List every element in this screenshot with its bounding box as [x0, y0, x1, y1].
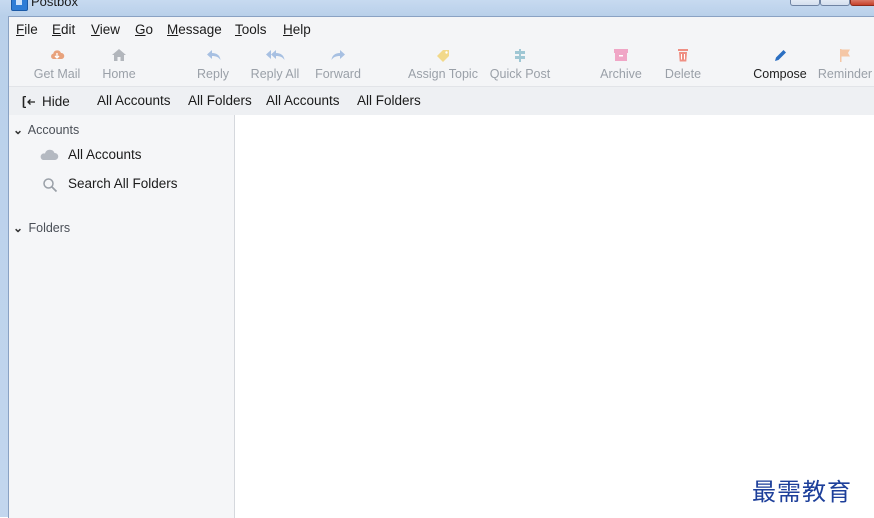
folderbar-all-accounts-2[interactable]: All Accounts [266, 93, 340, 109]
home-button[interactable]: Home [95, 43, 143, 86]
assign-topic-label: Assign Topic [408, 67, 478, 81]
chevron-down-icon: ⌄ [13, 221, 24, 235]
accounts-header-label: Accounts [27, 123, 80, 137]
forward-button[interactable]: Forward [309, 43, 367, 86]
menu-help-accesskey: H [283, 22, 293, 37]
trash-icon [678, 49, 688, 62]
window-frame: Postbox File Edit View Go Message Tools … [0, 0, 874, 518]
get-mail-button[interactable]: Get Mail [27, 43, 87, 86]
home-icon [112, 49, 126, 61]
archive-label: Archive [600, 67, 642, 81]
menu-help[interactable]: Help [283, 22, 311, 38]
forward-label: Forward [315, 67, 361, 81]
menu-tools[interactable]: Tools [235, 22, 267, 38]
menu-tools-accesskey: T [235, 22, 242, 37]
get-mail-label: Get Mail [33, 67, 81, 81]
folder-pane: ⌄ Accounts All Accounts Search All Folde… [9, 115, 235, 518]
assign-topic-button[interactable]: Assign Topic [405, 43, 481, 86]
reminder-button[interactable]: Reminder [815, 43, 874, 86]
title-bar: Postbox [0, 0, 874, 16]
reply-button[interactable]: Reply [191, 43, 235, 86]
menu-file-label: ile [24, 22, 38, 37]
maximize-button[interactable] [820, 0, 850, 6]
delete-label: Delete [664, 67, 702, 81]
watermark-text: 最需教育 [752, 478, 852, 506]
forward-icon [331, 50, 345, 60]
cloud-download-icon [51, 50, 65, 59]
postbox-app-icon [11, 0, 28, 11]
menu-go[interactable]: Go [135, 22, 153, 38]
delete-button[interactable]: Delete [659, 43, 707, 86]
compose-button[interactable]: Compose [751, 43, 809, 86]
menu-help-label: elp [292, 22, 311, 37]
message-pane [235, 115, 874, 518]
reply-all-label: Reply All [250, 67, 300, 81]
menu-message-label: essage [178, 22, 222, 37]
flag-icon [840, 49, 850, 62]
menu-view-accesskey: V [91, 22, 100, 37]
cloud-icon [40, 149, 59, 160]
menu-go-label: o [145, 22, 154, 37]
accounts-section-header[interactable]: ⌄ Accounts [13, 123, 79, 137]
menu-message[interactable]: Message [167, 22, 222, 38]
reply-all-icon [266, 50, 285, 60]
menu-go-accesskey: G [135, 22, 146, 37]
menu-view[interactable]: View [91, 22, 120, 38]
archive-box-icon [614, 49, 628, 61]
quick-post-label: Quick Post [489, 67, 551, 81]
menu-file-accesskey: F [16, 22, 25, 37]
collapse-pane-icon [22, 96, 35, 108]
tag-icon [437, 50, 449, 62]
folderbar-all-folders-2[interactable]: All Folders [357, 93, 421, 109]
archive-button[interactable]: Archive [597, 43, 645, 86]
window-title: Postbox [31, 0, 78, 9]
main-toolbar: Get Mail Home Reply Reply All Forward As… [9, 43, 874, 87]
compose-label: Compose [753, 67, 807, 81]
menu-bar: File Edit View Go Message Tools Help [9, 17, 874, 43]
reply-label: Reply [197, 67, 229, 81]
folder-bar: Hide All Accounts All Folders All Accoun… [9, 87, 874, 116]
signpost-icon [515, 49, 525, 62]
menu-edit-label: dit [61, 22, 76, 37]
reply-all-button[interactable]: Reply All [245, 43, 305, 86]
search-all-folders-label: Search All Folders [68, 176, 178, 191]
folderbar-all-folders-1[interactable]: All Folders [188, 93, 252, 109]
menu-edit[interactable]: Edit [52, 22, 75, 38]
reminder-label: Reminder [817, 67, 873, 81]
menu-tools-label: ools [241, 22, 267, 37]
close-button[interactable] [850, 0, 874, 6]
home-label: Home [102, 67, 136, 81]
pen-icon [775, 50, 786, 61]
hide-sidebar-button[interactable]: Hide [22, 93, 70, 109]
folders-section-header[interactable]: ⌄ Folders [13, 221, 70, 235]
menu-message-accesskey: M [167, 22, 179, 37]
minimize-button[interactable] [790, 0, 820, 6]
menu-view-label: iew [99, 22, 121, 37]
search-icon [43, 178, 58, 193]
menu-edit-accesskey: E [52, 22, 62, 37]
folderbar-all-accounts-1[interactable]: All Accounts [97, 93, 171, 109]
menu-file[interactable]: File [16, 22, 38, 38]
client-area: File Edit View Go Message Tools Help Get… [8, 16, 874, 518]
quick-post-button[interactable]: Quick Post [487, 43, 553, 86]
reply-icon [207, 50, 221, 60]
hide-label: Hide [42, 94, 70, 109]
folders-header-label: Folders [28, 221, 71, 235]
all-accounts-label: All Accounts [68, 147, 142, 162]
chevron-down-icon: ⌄ [13, 123, 24, 137]
